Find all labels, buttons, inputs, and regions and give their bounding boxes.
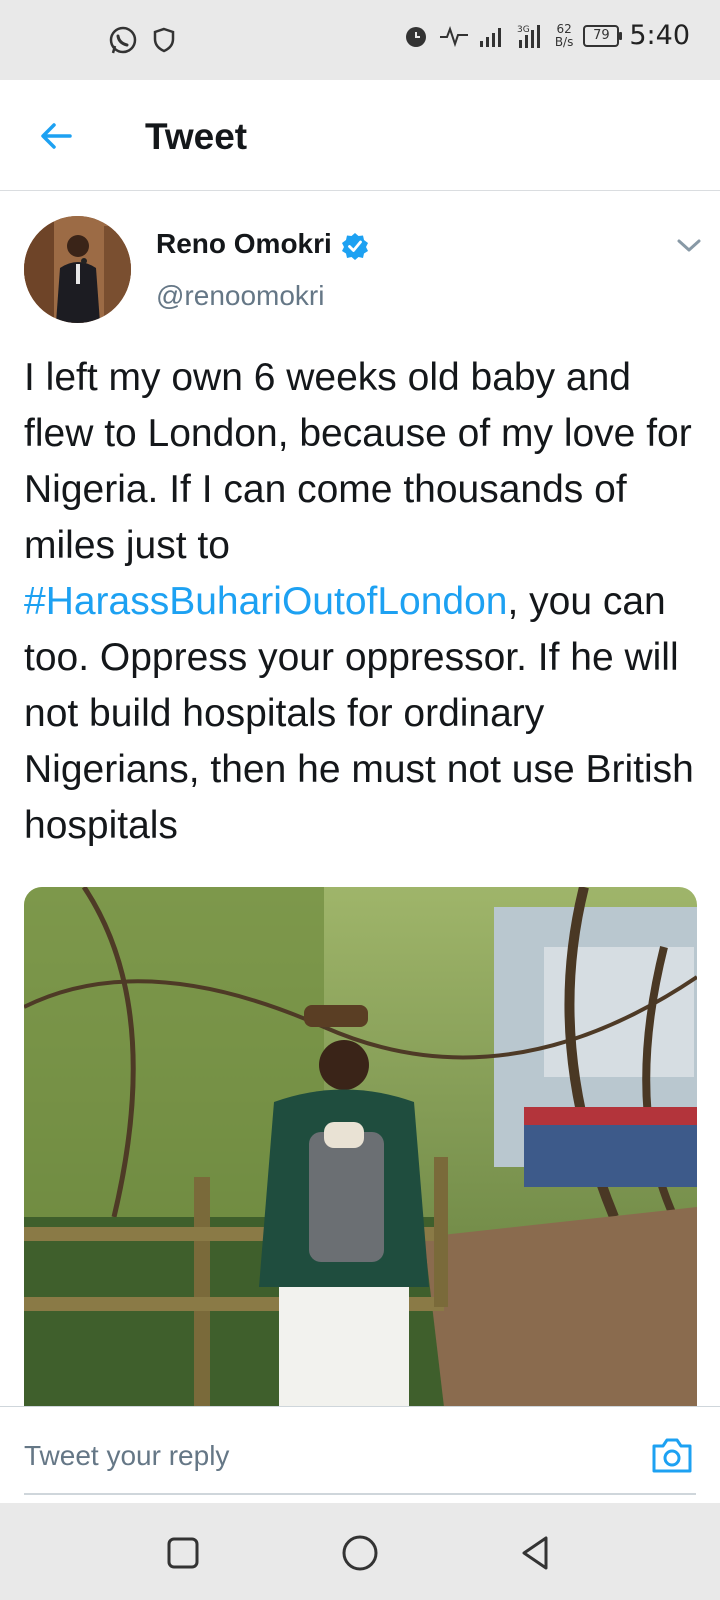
hashtag-link[interactable]: #HarassBuhariOutofLondon (24, 580, 507, 623)
author-name[interactable]: Reno Omokri (156, 228, 332, 260)
back-triangle-icon[interactable] (516, 1533, 556, 1573)
tweet-text-before: I left my own 6 weeks old baby and flew … (24, 356, 703, 567)
status-bar: 3G 62 B/s 79 5:40 (0, 0, 720, 80)
arrow-left-icon[interactable] (36, 116, 76, 156)
clock: 5:40 (629, 20, 690, 51)
tweet-text: I left my own 6 weeks old baby and flew … (24, 350, 704, 854)
recents-square-icon[interactable] (163, 1533, 203, 1573)
chevron-down-icon[interactable] (676, 238, 702, 254)
verified-badge-icon (342, 233, 368, 260)
reply-input-underline (24, 1493, 696, 1495)
network-speed-value: 62 (556, 21, 572, 36)
battery-indicator: 79 (583, 24, 623, 47)
author-handle[interactable]: @renoomokri (156, 280, 324, 312)
signal-3g-icon: 3G (517, 24, 540, 48)
page-title: Tweet (145, 116, 248, 157)
status-left-icons (108, 26, 176, 56)
camera-icon[interactable] (650, 1435, 694, 1475)
home-circle-icon[interactable] (340, 1533, 380, 1573)
network-speed: 62 B/s (554, 21, 574, 49)
avatar[interactable] (24, 216, 131, 323)
activity-icon (439, 25, 468, 47)
app-header: Tweet (0, 80, 720, 191)
network-speed-unit: B/s (554, 34, 574, 49)
status-right-icons: 3G 62 B/s 79 5:40 (403, 20, 690, 51)
reply-bar: Tweet your reply (0, 1406, 720, 1503)
whatsapp-icon (109, 26, 137, 54)
signal-icon (479, 27, 501, 47)
svg-text:3G: 3G (517, 25, 530, 35)
reply-input[interactable]: Tweet your reply (24, 1440, 229, 1472)
system-nav-bar (0, 1503, 720, 1600)
shield-icon (153, 27, 175, 53)
alarm-icon (405, 26, 426, 47)
tweet-photo[interactable] (24, 887, 697, 1407)
